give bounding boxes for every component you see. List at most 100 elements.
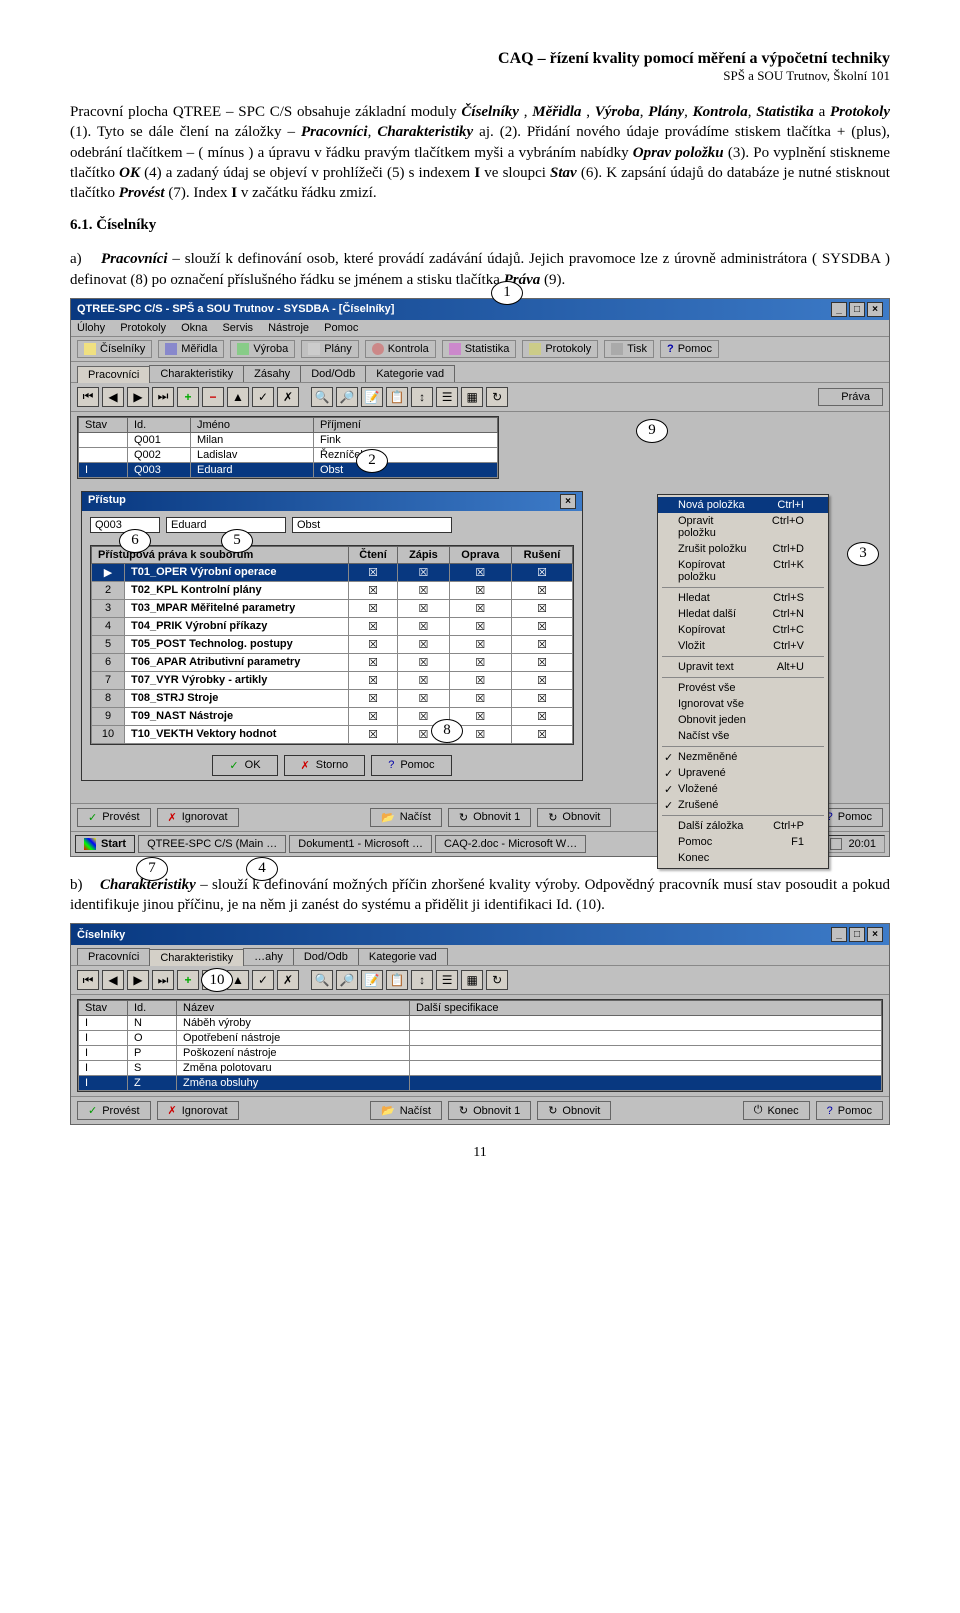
table-row[interactable]: Q001MilanFink (79, 432, 498, 447)
perm-row[interactable]: 6T06_APAR Atributivní parametry☒☒☒☒ (92, 653, 573, 671)
add-button[interactable]: + (177, 970, 199, 990)
filter-icon-2[interactable]: ▦ (461, 970, 483, 990)
ctx-unchanged[interactable]: Nezměněné (658, 749, 828, 765)
close-button[interactable]: × (867, 927, 883, 942)
storno-button[interactable]: ✗Storno (284, 755, 366, 776)
tray-icon[interactable] (830, 838, 842, 850)
sort-icon[interactable]: ↕ (411, 970, 433, 990)
start-button[interactable]: Start (75, 835, 135, 853)
ctx-delete[interactable]: Zrušit položkuCtrl+D (658, 541, 828, 557)
ctx-ignore-all[interactable]: Ignorovat vše (658, 696, 828, 712)
taskbar-item[interactable]: Dokument1 - Microsoft … (289, 835, 432, 853)
menu-item[interactable]: Okna (181, 322, 207, 334)
btn-obnovit1[interactable]: ↻Obnovit 1 (448, 808, 531, 827)
module-statistika[interactable]: Statistika (442, 340, 517, 358)
pomoc-button[interactable]: ?Pomoc (371, 755, 451, 776)
btn-ignorovat[interactable]: ✗Ignorovat (157, 808, 239, 827)
search-next-icon[interactable]: 🔎 (336, 970, 358, 990)
perm-row[interactable]: ▶T01_OPER Výrobní operace☒☒☒☒ (92, 563, 573, 581)
maximize-button[interactable]: □ (849, 927, 865, 942)
ctx-search[interactable]: HledatCtrl+S (658, 590, 828, 606)
close-button[interactable]: × (867, 302, 883, 317)
perm-row[interactable]: 4T04_PRIK Výrobní příkazy☒☒☒☒ (92, 617, 573, 635)
search-icon[interactable]: 🔍 (311, 970, 333, 990)
ctx-edited[interactable]: Upravené (658, 765, 828, 781)
charakteristiky-grid[interactable]: Stav Id. Název Další specifikace INNáběh… (77, 999, 883, 1092)
ctx-edit[interactable]: Opravit položkuCtrl+O (658, 513, 828, 541)
module-ciselniky[interactable]: Číselníky (77, 340, 152, 358)
filter-icon[interactable]: ☰ (436, 387, 458, 407)
refresh-icon[interactable]: ↻ (486, 387, 508, 407)
tab-charakteristiky[interactable]: Charakteristiky (149, 949, 244, 966)
perm-row[interactable]: 9T09_NAST Nástroje☒☒☒☒ (92, 707, 573, 725)
refresh-icon[interactable]: ↻ (486, 970, 508, 990)
btn-ignorovat[interactable]: ✗Ignorovat (157, 1101, 239, 1120)
maximize-button[interactable]: □ (849, 302, 865, 317)
table-row[interactable]: Q002LadislavŘezníček (79, 447, 498, 462)
taskbar-item[interactable]: CAQ-2.doc - Microsoft W… (435, 835, 586, 853)
ctx-paste[interactable]: VložitCtrl+V (658, 638, 828, 654)
tab-pracovnici[interactable]: Pracovníci (77, 366, 150, 383)
btn-obnovit[interactable]: ↻Obnovit (537, 1101, 611, 1120)
perm-row[interactable]: 5T05_POST Technolog. postupy☒☒☒☒ (92, 635, 573, 653)
ctx-help[interactable]: PomocF1 (658, 834, 828, 850)
cancel-edit-button[interactable]: ✗ (277, 387, 299, 407)
jmeno-field[interactable] (166, 517, 286, 533)
ctx-deleted[interactable]: Zrušené (658, 797, 828, 813)
ctx-next-tab[interactable]: Další záložkaCtrl+P (658, 818, 828, 834)
btn-konec[interactable]: ⏻Konec (743, 1101, 810, 1120)
note-icon[interactable]: 📝 (361, 970, 383, 990)
prava-button[interactable]: Práva (818, 388, 883, 406)
tab-charakteristiky[interactable]: Charakteristiky (149, 365, 244, 382)
cancel-edit-button[interactable]: ✗ (277, 970, 299, 990)
minimize-button[interactable]: _ (831, 927, 847, 942)
nav-last[interactable]: ⏭ (152, 970, 174, 990)
tab-kategorie-vad[interactable]: Kategorie vad (358, 948, 448, 965)
btn-provest[interactable]: ✓Provést (77, 808, 151, 827)
filter-icon-2[interactable]: ▦ (461, 387, 483, 407)
btn-provest[interactable]: ✓Provést (77, 1101, 151, 1120)
minimize-button[interactable]: _ (831, 302, 847, 317)
menu-item[interactable]: Protokoly (120, 322, 166, 334)
tab-dododb[interactable]: Dod/Odb (293, 948, 359, 965)
menu-item[interactable]: Servis (222, 322, 253, 334)
remove-button[interactable]: − (202, 387, 224, 407)
menu-item[interactable]: Pomoc (324, 322, 358, 334)
perm-row[interactable]: 8T08_STRJ Stroje☒☒☒☒ (92, 689, 573, 707)
nav-first[interactable]: ⏮ (77, 387, 99, 407)
prijmeni-field[interactable] (292, 517, 452, 533)
btn-pomoc[interactable]: ?Pomoc (816, 1101, 883, 1120)
paste-icon[interactable]: 📋 (386, 970, 408, 990)
commit-button[interactable]: ✓ (252, 387, 274, 407)
ctx-load-all[interactable]: Načíst vše (658, 728, 828, 744)
pracovnici-grid[interactable]: Stav Id. Jméno Příjmení Q001MilanFink Q0… (77, 416, 499, 479)
tab-pracovnici[interactable]: Pracovníci (77, 948, 150, 965)
sort-icon[interactable]: ↕ (411, 387, 433, 407)
btn-obnovit1[interactable]: ↻Obnovit 1 (448, 1101, 531, 1120)
nav-last[interactable]: ⏭ (152, 387, 174, 407)
tab-zasahy[interactable]: …ahy (243, 948, 294, 965)
module-pomoc[interactable]: ?Pomoc (660, 340, 719, 358)
edit-button[interactable]: ▲ (227, 387, 249, 407)
ctx-search-next[interactable]: Hledat dalšíCtrl+N (658, 606, 828, 622)
search-icon[interactable]: 🔍 (311, 387, 333, 407)
table-row[interactable]: IZZměna obsluhy (79, 1076, 882, 1091)
btn-obnovit[interactable]: ↻Obnovit (537, 808, 611, 827)
perm-row[interactable]: 3T03_MPAR Měřitelné parametry☒☒☒☒ (92, 599, 573, 617)
ok-button[interactable]: ✓OK (212, 755, 277, 776)
table-row[interactable]: IQ003EduardObst (79, 462, 498, 477)
commit-button[interactable]: ✓ (252, 970, 274, 990)
nav-next[interactable]: ▶ (127, 970, 149, 990)
table-row[interactable]: ISZměna polotovaru (79, 1061, 882, 1076)
note-icon[interactable]: 📝 (361, 387, 383, 407)
ctx-inserted[interactable]: Vložené (658, 781, 828, 797)
paste-icon[interactable]: 📋 (386, 387, 408, 407)
taskbar-item[interactable]: QTREE-SPC C/S (Main … (138, 835, 286, 853)
table-row[interactable]: INNáběh výroby (79, 1016, 882, 1031)
close-icon[interactable]: × (560, 494, 576, 509)
search-next-icon[interactable]: 🔎 (336, 387, 358, 407)
filter-icon[interactable]: ☰ (436, 970, 458, 990)
module-tisk[interactable]: Tisk (604, 340, 654, 358)
ctx-refresh-one[interactable]: Obnovit jeden (658, 712, 828, 728)
module-vyroba[interactable]: Výroba (230, 340, 295, 358)
